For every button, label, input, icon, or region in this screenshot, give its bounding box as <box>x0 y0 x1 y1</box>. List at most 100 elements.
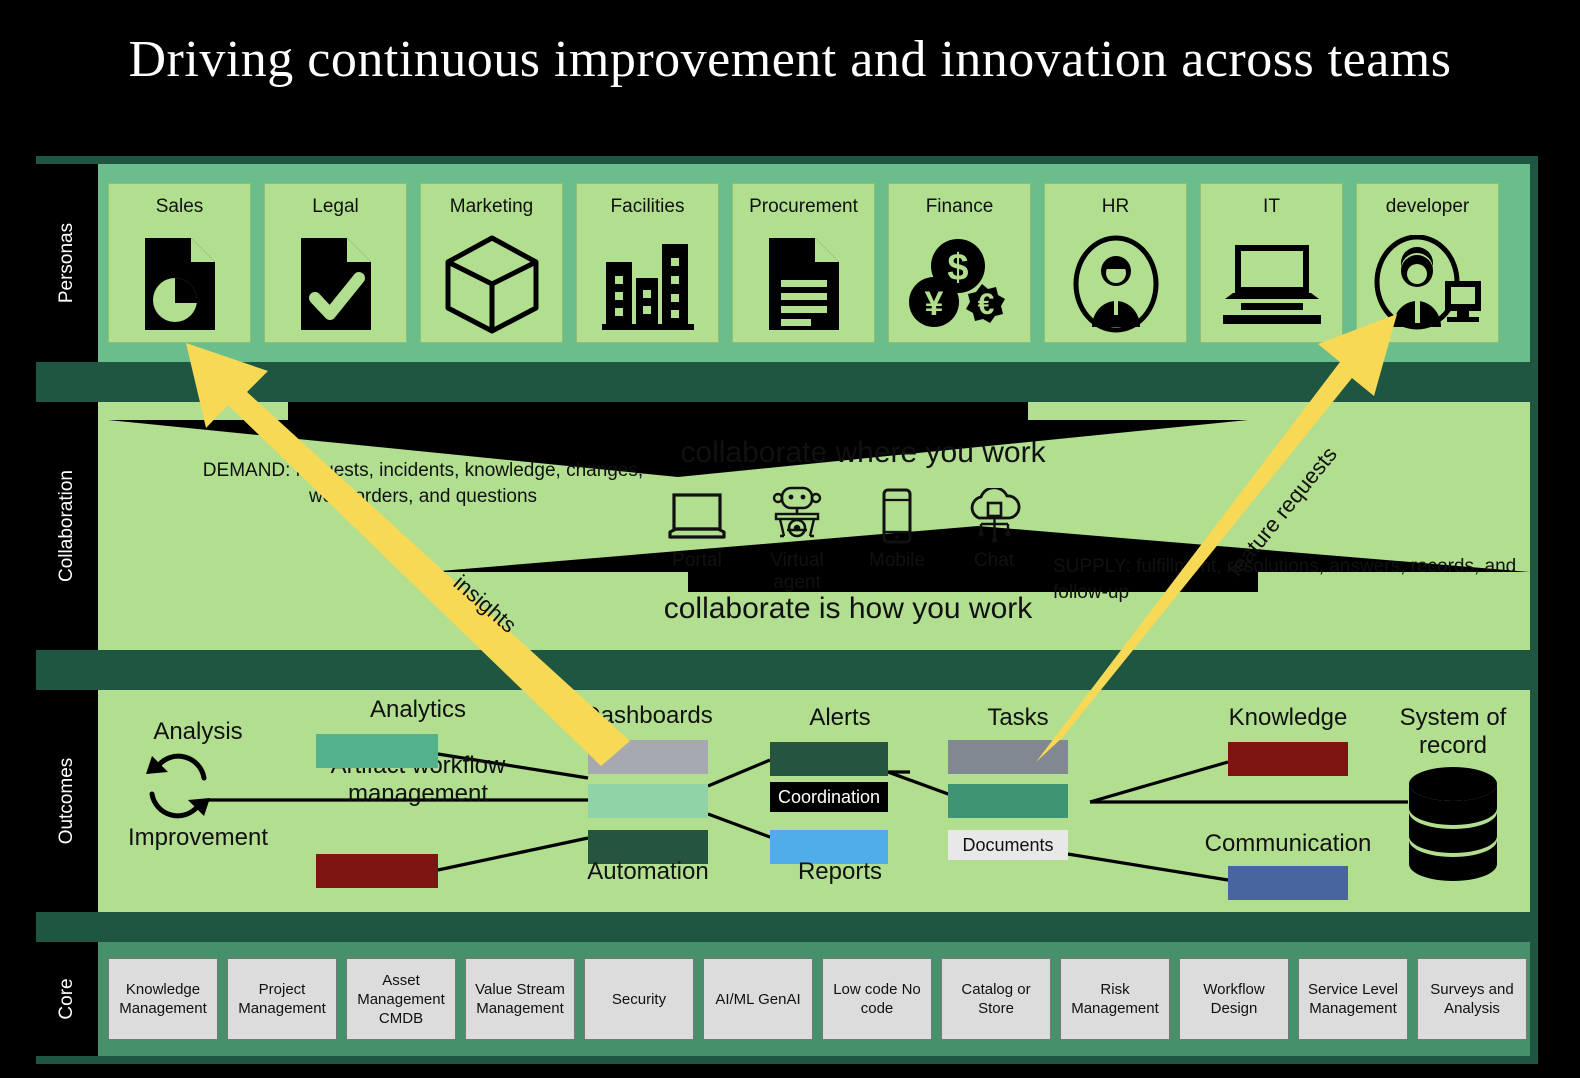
page-title: Driving continuous improvement and innov… <box>128 31 1452 88</box>
core-band: Knowledge Management Project Management As… <box>98 942 1530 1056</box>
core-capability-label: AI/ML GenAI <box>715 990 801 1008</box>
band-label-collaboration: Collaboration <box>36 402 98 650</box>
document-check-icon <box>265 232 406 336</box>
persona-card-legal[interactable]: Legal <box>264 183 407 343</box>
circular-arrows-icon <box>146 753 210 819</box>
personas-band: Sales Legal Marketing Facilities Procurement… <box>98 164 1530 362</box>
core-capability-box[interactable]: AI/ML GenAI <box>703 958 813 1040</box>
document-pie-chart-icon <box>109 232 250 336</box>
mobile-phone-icon <box>848 482 946 544</box>
channel-label: Chat <box>973 550 1015 571</box>
persona-label: developer <box>1385 196 1470 217</box>
laptop-icon <box>1201 232 1342 336</box>
persona-card-finance[interactable]: Finance $ ¥ € <box>888 183 1031 343</box>
core-capability-label: Service Level Management <box>1307 981 1399 1017</box>
core-capability-box[interactable]: Value Stream Management <box>465 958 575 1040</box>
node-documents[interactable]: Documents <box>948 830 1068 860</box>
core-capability-label: Low code No code <box>833 981 921 1017</box>
cloud-network-icon <box>945 482 1043 544</box>
persona-card-procurement[interactable]: Procurement <box>732 183 875 343</box>
label-reports: Reports <box>797 858 883 885</box>
band-label-personas: Personas <box>36 164 98 362</box>
persona-label: Legal <box>312 196 359 217</box>
label-analytics: Analytics <box>369 696 467 723</box>
persona-label: IT <box>1263 196 1280 217</box>
persona-card-it[interactable]: IT <box>1200 183 1343 343</box>
collaboration-band: DEMAND: requests, incidents, knowledge, … <box>98 402 1530 650</box>
node-communication[interactable] <box>1228 866 1348 900</box>
supply-text: SUPPLY: fulfillment, resolutions, answer… <box>1053 556 1517 603</box>
persona-card-hr[interactable]: HR <box>1044 183 1187 343</box>
label-automation: Automation <box>587 858 709 885</box>
channel-chat[interactable]: Chat <box>945 482 1043 572</box>
svg-text:¥: ¥ <box>924 285 943 323</box>
persona-label: HR <box>1101 196 1130 217</box>
core-capability-label: Value Stream Management <box>475 981 565 1017</box>
core-capability-box[interactable]: Project Management <box>227 958 337 1040</box>
person-monitor-icon <box>1357 232 1498 336</box>
buildings-icon <box>577 232 718 336</box>
robot-icon <box>748 482 846 544</box>
core-capability-box[interactable]: Asset Management CMDB <box>346 958 456 1040</box>
node-artifact[interactable] <box>588 784 708 818</box>
core-capability-label: Security <box>611 990 667 1008</box>
cycle-label-analysis: Analysis <box>153 718 243 745</box>
label-knowledge: Knowledge <box>1228 704 1348 731</box>
node-tasks-secondary[interactable] <box>948 784 1068 818</box>
svg-text:$: $ <box>947 247 968 289</box>
core-capability-label: Catalog or Store <box>961 981 1031 1017</box>
persona-card-developer[interactable]: developer <box>1356 183 1499 343</box>
cycle-label-improvement: Improvement <box>127 824 269 851</box>
persona-card-marketing[interactable]: Marketing <box>420 183 563 343</box>
node-knowledge[interactable] <box>1228 742 1348 776</box>
persona-card-facilities[interactable]: Facilities <box>576 183 719 343</box>
node-improvement-red[interactable] <box>316 854 438 888</box>
core-capability-box[interactable]: Security <box>584 958 694 1040</box>
core-capability-label: Risk Management <box>1071 981 1159 1017</box>
persona-label: Finance <box>925 196 994 217</box>
core-capability-label: Knowledge Management <box>119 981 207 1017</box>
core-capability-box[interactable]: Low code No code <box>822 958 932 1040</box>
laptop-icon <box>648 482 746 544</box>
system-of-record-label: System of record <box>1399 704 1507 759</box>
node-alerts[interactable] <box>770 742 888 776</box>
diagram-frame: Personas Sales Legal Marketing Facilities Pr… <box>36 156 1538 1064</box>
persona-label: Facilities <box>610 196 685 217</box>
core-capability-label: Asset Management CMDB <box>357 971 445 1027</box>
channel-label: Portal <box>672 550 722 571</box>
core-capability-box[interactable]: Risk Management <box>1060 958 1170 1040</box>
persona-label: Sales <box>155 196 204 217</box>
currency-coins-icon: $ ¥ € <box>889 232 1030 336</box>
label-tasks: Tasks <box>987 704 1049 731</box>
persona-label: Marketing <box>449 196 534 217</box>
person-portrait-icon <box>1045 232 1186 336</box>
persona-card-sales[interactable]: Sales <box>108 183 251 343</box>
core-capability-box[interactable]: Catalog or Store <box>941 958 1051 1040</box>
core-capability-label: Workflow Design <box>1203 981 1265 1017</box>
persona-label: Procurement <box>749 196 858 217</box>
core-capability-box[interactable]: Workflow Design <box>1179 958 1289 1040</box>
channel-portal[interactable]: Portal <box>648 482 746 572</box>
band-label-outcomes: Outcomes <box>36 690 98 912</box>
label-alerts: Alerts <box>809 704 871 731</box>
collaborate-where-heading: collaborate where you work <box>680 436 1046 469</box>
core-capability-box[interactable]: Service Level Management <box>1298 958 1408 1040</box>
channel-label: Mobile <box>869 550 925 571</box>
core-capability-box[interactable]: Surveys and Analysis <box>1417 958 1527 1040</box>
demand-text: DEMAND: requests, incidents, knowledge, … <box>202 460 644 507</box>
channel-mobile[interactable]: Mobile <box>848 482 946 572</box>
document-lines-icon <box>733 232 874 336</box>
node-coordination[interactable]: Coordination <box>770 782 888 812</box>
node-tasks[interactable] <box>948 740 1068 774</box>
outcomes-band: Analysis Improvement Artifact workflow m… <box>98 690 1530 912</box>
band-label-core: Core <box>36 942 98 1056</box>
core-capability-box[interactable]: Knowledge Management <box>108 958 218 1040</box>
database-icon <box>1409 767 1497 881</box>
collaborate-how-heading: collaborate is how you work <box>663 592 1033 625</box>
core-capability-label: Surveys and Analysis <box>1430 981 1514 1017</box>
channel-virtual-agent[interactable]: Virtual agent <box>748 482 846 594</box>
label-communication: Communication <box>1204 830 1372 857</box>
node-dashboards[interactable] <box>588 740 708 774</box>
svg-text:€: € <box>977 288 994 321</box>
node-analytics[interactable] <box>316 734 438 768</box>
